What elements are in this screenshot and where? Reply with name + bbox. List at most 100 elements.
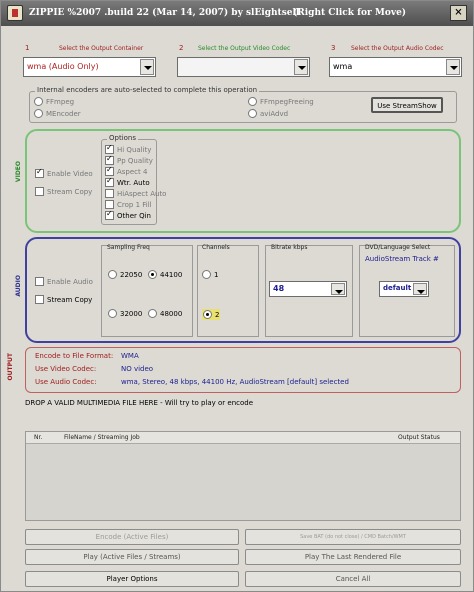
radio-icon[interactable] [148, 270, 157, 279]
chevron-down-icon[interactable] [446, 59, 460, 75]
column-filename[interactable]: FileName / Streaming Job [64, 434, 140, 441]
dvd-language-title: DVD/Language Select [365, 244, 431, 251]
video-option-label: Pp Quality [117, 156, 153, 165]
dvd-sub-label: AudioStream Track # [365, 255, 439, 263]
channel-label: 1 [214, 270, 219, 279]
rate-label: 48000 [160, 309, 183, 318]
title-bar[interactable]: ZIPPIE %2007 .build 22 (Mar 14, 2007) by… [1, 1, 473, 26]
info-value: WMA [121, 352, 139, 360]
checkbox-icon[interactable] [105, 176, 114, 187]
checkbox-icon[interactable] [105, 165, 114, 176]
show-streams-button[interactable]: Use StreamShow [371, 97, 443, 113]
video-option-3[interactable]: Wtr. Auto [105, 176, 150, 187]
file-list[interactable]: Nr. FileName / Streaming Job Output Stat… [25, 431, 461, 521]
chevron-down-icon[interactable] [140, 59, 154, 75]
encoder-option-label: FFmpeg [46, 97, 75, 106]
encoder-option-label: FFmpegFreeing [260, 97, 314, 106]
chevron-down-icon[interactable] [331, 283, 345, 295]
channel-label: 2 [215, 310, 220, 319]
rate-32000-radio[interactable]: 32000 [108, 309, 142, 318]
chevron-down-icon[interactable] [294, 59, 308, 75]
video-option-2[interactable]: Aspect 4 [105, 165, 148, 176]
radio-icon[interactable] [248, 109, 257, 118]
video-codec-select[interactable] [177, 57, 310, 77]
rate-48000-radio[interactable]: 48000 [148, 309, 182, 318]
video-option-label: Wtr. Auto [117, 178, 150, 187]
sampling-freq-box [101, 245, 193, 337]
encoder-option-mencoder[interactable]: MEncoder [34, 109, 81, 118]
column-status[interactable]: Output Status [398, 434, 440, 441]
save-batch-button[interactable]: Save BAT (do not close) / CMD Batch/WMT [245, 529, 461, 545]
encode-button[interactable]: Encode (Active Files) [25, 529, 239, 545]
player-options-label: Player Options [106, 575, 158, 583]
radio-icon[interactable] [203, 310, 212, 319]
video-side-label: VIDEO [15, 161, 22, 183]
selector-1-index: 1 [25, 44, 30, 52]
encoder-option-ffmpeg[interactable]: FFmpeg [34, 97, 74, 106]
play-last-button[interactable]: Play The Last Rendered File [245, 549, 461, 565]
video-option-label: HiAspect Auto [117, 189, 167, 198]
output-audio-row: Use Audio Codec: wma, Stereo, 48 kbps, 44… [35, 378, 349, 386]
video-option-6[interactable]: Other Qin [105, 209, 151, 220]
radio-icon[interactable] [34, 109, 43, 118]
audio-codec-label: Select the Output Audio Codec [351, 45, 444, 52]
enable-video-checkbox[interactable]: Enable Video [35, 167, 93, 178]
encoder-option-ffmpegfreeing[interactable]: FFmpegFreeing [248, 97, 314, 106]
video-option-5[interactable]: Crop 1 Fill [105, 200, 152, 209]
drop-hint: DROP A VALID MULTIMEDIA FILE HERE - Will… [25, 399, 254, 407]
radio-icon[interactable] [108, 309, 117, 318]
bitrate-select[interactable]: 48 [269, 281, 347, 297]
stream-copy-label: Stream Copy [47, 187, 93, 196]
checkbox-icon[interactable] [105, 189, 114, 198]
radio-icon[interactable] [248, 97, 257, 106]
column-nr[interactable]: Nr. [34, 434, 42, 441]
video-option-4[interactable]: HiAspect Auto [105, 189, 166, 198]
output-side-label: OUTPUT [7, 353, 14, 381]
enable-audio-checkbox[interactable]: Enable Audio [35, 277, 93, 286]
rate-22050-radio[interactable]: 22050 [108, 270, 142, 279]
audio-codec-select[interactable]: wma [329, 57, 462, 77]
info-key: Encode to File Format: [35, 352, 114, 360]
channel-1-radio[interactable]: 1 [202, 270, 218, 279]
checkbox-icon[interactable] [105, 143, 114, 154]
channel-2-radio[interactable]: 2 [202, 309, 221, 320]
channels-title: Channels [202, 244, 230, 251]
encoder-option-label: aviAdvd [260, 109, 289, 118]
checkbox-icon[interactable] [105, 209, 114, 220]
bitrate-value: 48 [273, 284, 285, 293]
show-streams-label: Use StreamShow [377, 102, 437, 110]
player-options-button[interactable]: Player Options [25, 571, 239, 587]
video-option-label: Other Qin [117, 211, 151, 220]
checkbox-icon[interactable] [35, 295, 44, 304]
radio-icon[interactable] [108, 270, 117, 279]
output-video-row: Use Video Codec: NO video [35, 365, 153, 373]
rate-label: 22050 [120, 270, 143, 279]
audio-track-select[interactable]: default [379, 281, 429, 297]
info-value: NO video [121, 365, 154, 373]
close-button[interactable]: × [450, 5, 467, 21]
checkbox-icon[interactable] [105, 200, 114, 209]
video-option-label: Aspect 4 [117, 167, 148, 176]
encoder-option-aviadvd[interactable]: aviAdvd [248, 109, 288, 118]
chevron-down-icon[interactable] [413, 283, 427, 295]
video-option-1[interactable]: Pp Quality [105, 154, 153, 165]
video-stream-copy-checkbox[interactable]: Stream Copy [35, 187, 92, 196]
radio-icon[interactable] [148, 309, 157, 318]
checkbox-icon[interactable] [35, 167, 44, 178]
channels-box [197, 245, 259, 337]
video-option-0[interactable]: Hi Quality [105, 143, 152, 154]
rate-label: 44100 [160, 270, 183, 279]
output-container-select[interactable]: wma (Audio Only) [23, 57, 156, 77]
radio-icon[interactable] [202, 270, 211, 279]
checkbox-icon[interactable] [35, 187, 44, 196]
audio-side-label: AUDIO [15, 275, 22, 297]
rate-44100-radio[interactable]: 44100 [148, 270, 182, 279]
video-option-label: Hi Quality [117, 145, 152, 154]
radio-icon[interactable] [34, 97, 43, 106]
output-container-value: wma (Audio Only) [27, 62, 99, 71]
play-active-button[interactable]: Play (Active Files / Streams) [25, 549, 239, 565]
audio-stream-copy-checkbox[interactable]: Stream Copy [35, 295, 92, 304]
checkbox-icon[interactable] [35, 277, 44, 286]
checkbox-icon[interactable] [105, 154, 114, 165]
cancel-all-button[interactable]: Cancel All [245, 571, 461, 587]
